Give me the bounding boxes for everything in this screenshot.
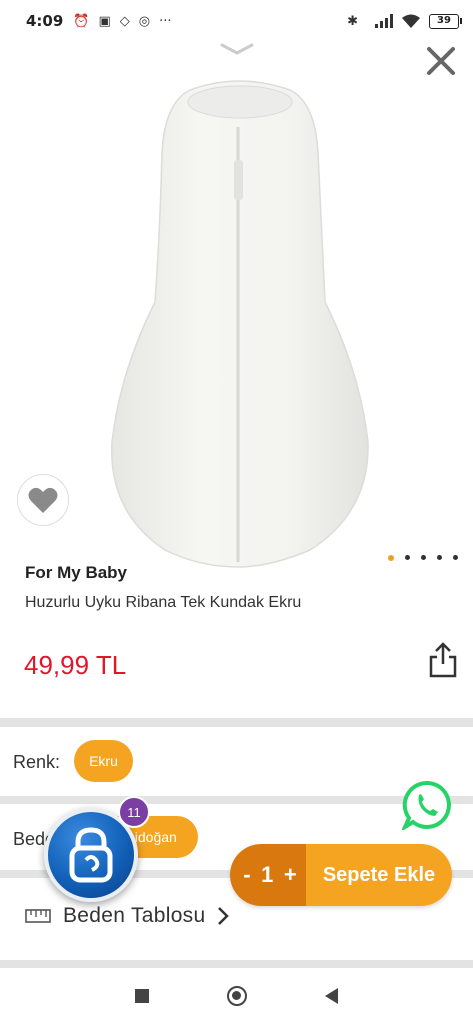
recent-apps-icon[interactable] <box>135 989 149 1003</box>
add-to-cart-button[interactable]: Sepete Ekle <box>306 844 452 906</box>
quantity-value: 1 <box>261 862 274 887</box>
notification-badge: 11 <box>118 796 150 828</box>
wifi-icon <box>402 14 420 28</box>
share-icon[interactable] <box>428 642 458 678</box>
size-table-link[interactable]: Beden Tablosu <box>25 904 230 928</box>
status-right: ✱ 39 <box>347 13 462 29</box>
signal-app-icon: ◇ <box>119 13 130 29</box>
pagination-dot-1[interactable] <box>388 555 394 561</box>
alarm-icon: ⏰ <box>73 13 90 29</box>
status-time: 4:09 <box>26 12 64 30</box>
more-icon: ··· <box>159 13 172 29</box>
section-divider <box>0 960 473 968</box>
product-image <box>111 80 369 568</box>
calendar-icon: ▣ <box>98 13 111 29</box>
color-label: Renk: <box>13 752 61 772</box>
image-pagination <box>388 555 458 561</box>
pagination-dot-4[interactable] <box>437 555 442 560</box>
chevron-down-icon[interactable] <box>218 42 256 58</box>
back-icon[interactable] <box>325 988 338 1004</box>
quantity-plus-button[interactable]: + <box>284 862 297 888</box>
product-title: Huzurlu Uyku Ribana Tek Kundak Ekru <box>25 594 302 611</box>
close-icon[interactable] <box>422 42 460 80</box>
ruler-icon <box>25 909 51 923</box>
chevron-right-icon <box>218 907 230 925</box>
section-divider <box>0 718 473 727</box>
app-logo-icon <box>69 827 113 883</box>
color-chip-ekru[interactable]: Ekru <box>74 740 133 782</box>
status-bar: 4:09 ⏰ ▣ ◇ ◎ ··· ✱ 39 <box>0 0 473 42</box>
add-to-cart-bar: - 1 + Sepete Ekle <box>230 844 452 906</box>
quantity-minus-button[interactable]: - <box>243 862 250 888</box>
product-brand[interactable]: For My Baby <box>25 563 127 583</box>
pagination-dot-3[interactable] <box>421 555 426 560</box>
size-table-label: Beden Tablosu <box>63 904 206 927</box>
home-icon[interactable] <box>227 986 247 1006</box>
battery-icon: 39 <box>429 13 462 29</box>
cell-signal-icon <box>375 14 393 28</box>
favorite-button[interactable] <box>17 474 69 526</box>
product-gallery[interactable] <box>0 42 473 568</box>
system-nav-bar <box>0 968 473 1024</box>
instagram-icon: ◎ <box>138 13 151 29</box>
whatsapp-icon[interactable] <box>402 780 452 830</box>
quantity-stepper: - 1 + <box>230 844 306 906</box>
product-price: 49,99 TL <box>24 650 127 680</box>
pagination-dot-2[interactable] <box>405 555 410 560</box>
heart-icon <box>28 487 58 513</box>
pagination-dot-5[interactable] <box>453 555 458 560</box>
bluetooth-icon: ✱ <box>347 13 358 29</box>
